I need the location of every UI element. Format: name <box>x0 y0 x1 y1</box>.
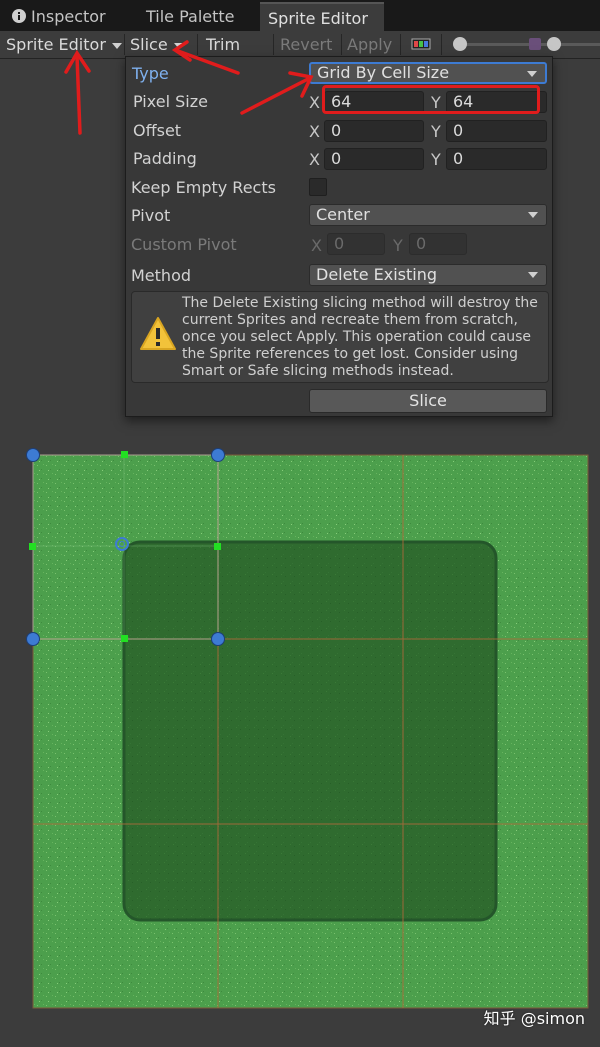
slice-button[interactable]: Slice <box>309 389 547 413</box>
revert-button[interactable]: Revert <box>274 31 338 58</box>
chevron-down-icon <box>528 212 538 218</box>
apply-button[interactable]: Apply <box>341 31 398 58</box>
corner-handle-bottom-right[interactable] <box>211 632 225 646</box>
custom-pivot-x-label: X <box>311 236 322 255</box>
info-icon <box>12 9 26 23</box>
padding-y-field[interactable]: 0 <box>446 148 547 170</box>
type-dropdown-value: Grid By Cell Size <box>317 63 450 82</box>
mip-level-icon <box>529 38 541 50</box>
pixel-size-highlight <box>322 85 540 114</box>
warning-message: The Delete Existing slicing method will … <box>182 295 538 379</box>
color-channel-toggle[interactable] <box>404 33 438 55</box>
slice-dropdown[interactable]: Slice <box>124 31 190 58</box>
tab-tile-palette-label: Tile Palette <box>146 7 235 26</box>
chevron-down-icon <box>111 42 122 49</box>
offset-y-field[interactable]: 0 <box>446 120 547 142</box>
custom-pivot-label: Custom Pivot <box>131 235 237 254</box>
mip-slider-thumb[interactable] <box>547 37 561 51</box>
offset-y-label: Y <box>431 122 441 141</box>
tab-inspector[interactable]: Inspector <box>4 2 114 31</box>
pixel-size-x-label: X <box>309 93 320 112</box>
toolbar-divider <box>197 34 198 55</box>
mode-dropdown[interactable]: Sprite Editor <box>0 31 128 58</box>
apply-button-label: Apply <box>347 35 393 54</box>
pivot-label: Pivot <box>131 206 171 225</box>
padding-y-label: Y <box>431 150 441 169</box>
tab-inspector-label: Inspector <box>31 7 106 26</box>
tab-sprite-editor[interactable]: Sprite Editor <box>260 2 384 31</box>
toolbar-divider <box>400 34 401 55</box>
zoom-slider[interactable] <box>451 36 600 53</box>
method-label: Method <box>131 266 192 285</box>
rgb-channels-icon <box>411 38 431 50</box>
arrow-to-sprite-editor-dropdown <box>75 54 82 135</box>
slice-dropdown-label: Slice <box>130 35 168 54</box>
pivot-handle[interactable] <box>115 537 129 551</box>
custom-pivot-y-label: Y <box>393 236 403 255</box>
border-handle-right[interactable] <box>214 543 221 550</box>
chevron-down-icon <box>528 272 538 278</box>
watermark: 知乎 @simon <box>483 1009 585 1028</box>
sprite-preview <box>32 454 589 1009</box>
padding-x-field[interactable]: 0 <box>324 148 424 170</box>
warning-icon <box>140 317 176 350</box>
sprite-editor-toolbar: Sprite Editor Slice Trim Revert Apply <box>0 31 600 59</box>
corner-handle-top-left[interactable] <box>26 448 40 462</box>
warning-help-box: The Delete Existing slicing method will … <box>131 291 549 383</box>
type-dropdown[interactable]: Grid By Cell Size <box>309 62 547 84</box>
pivot-dropdown[interactable]: Center <box>309 204 547 226</box>
trim-button-label: Trim <box>206 35 241 54</box>
custom-pivot-x-field[interactable]: 0 <box>327 233 385 255</box>
dark-grass-patch <box>122 540 498 922</box>
sprite-canvas[interactable] <box>0 418 600 1043</box>
padding-label: Padding <box>133 149 197 168</box>
zoom-slider-thumb[interactable] <box>453 37 467 51</box>
offset-x-field[interactable]: 0 <box>324 120 424 142</box>
type-label: Type <box>132 64 169 83</box>
border-handle-top[interactable] <box>121 451 128 458</box>
tab-sprite-editor-label: Sprite Editor <box>268 9 368 28</box>
pivot-dropdown-value: Center <box>316 205 370 224</box>
mode-dropdown-label: Sprite Editor <box>6 35 106 54</box>
custom-pivot-y-field[interactable]: 0 <box>409 233 467 255</box>
offset-label: Offset <box>133 121 182 140</box>
keep-empty-rects-label: Keep Empty Rects <box>131 178 276 197</box>
trim-button[interactable]: Trim <box>200 31 246 58</box>
border-handle-left[interactable] <box>29 543 36 550</box>
padding-x-label: X <box>309 150 320 169</box>
chevron-down-icon <box>173 42 184 49</box>
method-dropdown[interactable]: Delete Existing <box>309 264 547 286</box>
editor-tab-bar: Inspector Tile Palette Sprite Editor <box>0 0 600 31</box>
method-dropdown-value: Delete Existing <box>316 265 438 284</box>
offset-x-label: X <box>309 122 320 141</box>
pixel-size-label: Pixel Size <box>133 92 208 111</box>
corner-handle-top-right[interactable] <box>211 448 225 462</box>
toolbar-divider <box>441 34 442 55</box>
chevron-down-icon <box>527 71 537 77</box>
revert-button-label: Revert <box>280 35 333 54</box>
corner-handle-bottom-left[interactable] <box>26 632 40 646</box>
border-handle-bottom[interactable] <box>121 635 128 642</box>
keep-empty-rects-checkbox[interactable] <box>309 178 327 196</box>
tab-tile-palette[interactable]: Tile Palette <box>138 2 243 31</box>
